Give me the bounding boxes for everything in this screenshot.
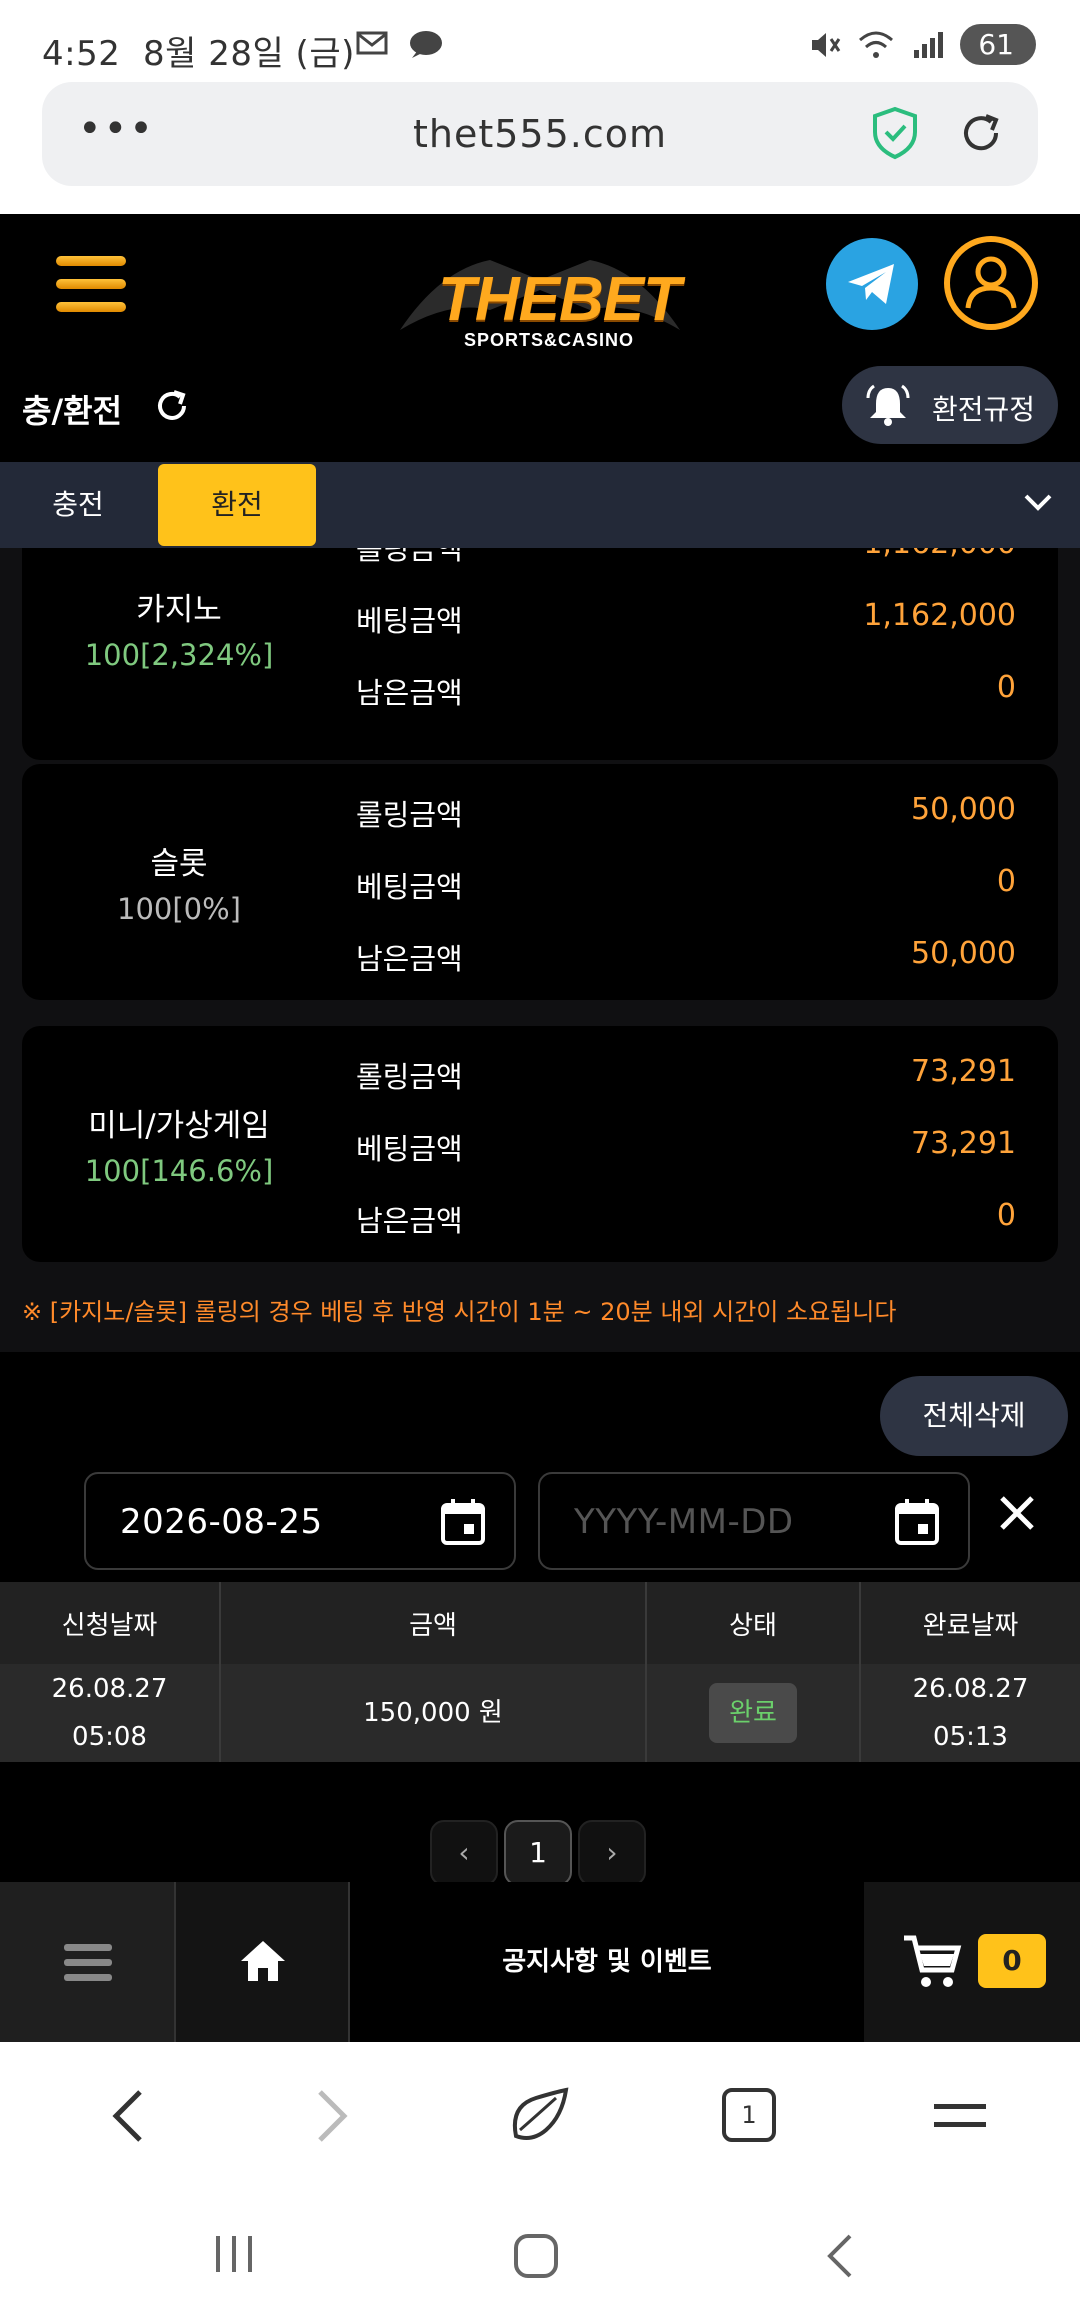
reload-icon[interactable] [956,106,1006,160]
system-nav [0,2192,1080,2316]
card-percent: 100[0%] [117,892,241,926]
tab-deposit[interactable]: 충전 [0,462,156,548]
battery-indicator: 61 [960,24,1036,65]
table-row: 26.08.27 05:08 150,000 원 완료 26.08.27 05:13 [0,1664,1080,1762]
card-row: 베팅금액 1,162,000 [356,598,1016,638]
prev-page-button[interactable]: ‹ [430,1820,498,1882]
browser-home-icon[interactable] [506,2086,570,2146]
withdraw-history: 전체삭제 2026-08-25 YYYY-MM-DD 신청날짜 금액 상태 완료… [0,1352,1080,1882]
browser-menu-icon[interactable] [932,2086,988,2146]
address-bar[interactable]: ••• thet555.com [42,82,1038,186]
card-percent: 100[146.6%] [84,1154,274,1188]
card-name: 미니/가상게임 [88,1108,270,1144]
request-datetime: 26.08.27 05:08 [0,1664,221,1762]
status-badge: 완료 [709,1683,797,1743]
delete-all-button[interactable]: 전체삭제 [880,1376,1068,1456]
close-icon[interactable] [996,1492,1038,1534]
wifi-icon [859,31,894,58]
bottom-nav: 공지사항 및 이벤트 0 [0,1882,1080,2042]
chevron-down-icon[interactable] [1022,492,1054,514]
forward-icon[interactable] [312,2086,352,2146]
calendar-icon[interactable] [894,1498,940,1546]
user-profile-icon[interactable] [944,236,1038,330]
rolling-card-casino: 카지노 100[2,324%] 롤링금액1,162,000 베팅금액1,162,… [22,548,1058,760]
card-percent: 100[2,324%] [84,638,274,672]
recent-apps-icon[interactable] [212,2232,256,2276]
col-status: 상태 [646,1582,861,1664]
card-row: 롤링금액 50,000 [356,792,1016,832]
notice-event-link[interactable]: 공지사항 및 이벤트 [350,1882,864,2042]
signal-icon [914,31,944,58]
rolling-notice: ※ [카지노/슬롯] 롤링의 경우 베팅 후 반영 시간이 1분 ~ 20분 내… [22,1298,897,1326]
tab-switcher-icon[interactable]: 1 [722,2088,776,2142]
system-back-icon[interactable] [820,2232,860,2280]
system-home-icon[interactable] [512,2232,560,2280]
card-row: 롤링금액 73,291 [356,1054,1016,1094]
withdraw-rules-button[interactable]: 환전규정 [842,366,1058,444]
date-to-field[interactable]: YYYY-MM-DD [538,1472,970,1570]
chat-icon [410,31,442,58]
table-header: 신청날짜 금액 상태 완료날짜 [0,1582,1080,1664]
main-content: 카지노 100[2,324%] 롤링금액1,162,000 베팅금액1,162,… [0,548,1080,1882]
browser-toolbar: ••• thet555.com [0,80,1080,214]
calendar-icon[interactable] [440,1498,486,1546]
status-cell: 완료 [646,1664,861,1762]
tab-bar: 충전 환전 [0,462,1080,548]
page-number[interactable]: 1 [504,1820,572,1882]
card-row: 롤링금액1,162,000 [356,548,1016,566]
cart-count-badge: 0 [978,1934,1046,1988]
system-icons: 61 [808,24,1036,65]
notification-icons [356,28,444,62]
menu-icon[interactable] [56,256,126,312]
rolling-card-mini: 미니/가상게임 100[146.6%] 롤링금액 73,291 베팅금액 73,29… [22,1026,1058,1262]
bell-icon [866,384,910,426]
pagination: ‹ 1 › [430,1820,646,1882]
next-page-button[interactable]: › [578,1820,646,1882]
list-menu-icon [64,1944,112,1981]
tab-withdraw[interactable]: 환전 [158,464,316,546]
refresh-icon[interactable] [152,386,192,426]
card-row: 남은금액 0 [356,670,1016,710]
history-table: 신청날짜 금액 상태 완료날짜 26.08.27 05:08 150,000 원 … [0,1582,1080,1762]
home-icon [241,1941,285,1981]
bottom-menu-button[interactable] [0,1882,176,2042]
card-name: 슬롯 [150,846,208,882]
cart-icon [904,1935,962,1987]
col-done-date: 완료날짜 [860,1582,1080,1664]
home-button[interactable] [176,1882,350,2042]
card-row: 베팅금액 73,291 [356,1126,1016,1166]
card-row: 남은금액 50,000 [356,936,1016,976]
col-request-date: 신청날짜 [0,1582,221,1664]
telegram-icon[interactable] [826,238,918,330]
done-datetime: 26.08.27 05:13 [860,1664,1080,1762]
mute-icon [812,32,841,57]
page-header: 충/환전 환전규정 [0,366,1080,462]
date-from-field[interactable]: 2026-08-25 [84,1472,516,1570]
site-logo[interactable]: THEBET SPORTS&CASINO [400,250,681,350]
col-amount: 금액 [220,1582,647,1664]
site-header: THEBET SPORTS&CASINO [0,214,1080,366]
mail-icon [356,31,388,55]
browser-nav: 1 [0,2042,1080,2192]
card-row: 베팅금액 0 [356,864,1016,904]
shield-check-icon[interactable] [870,106,920,160]
bet-slip-button[interactable]: 0 [864,1882,1080,2042]
rolling-card-slot: 슬롯 100[0%] 롤링금액 50,000 베팅금액 0 남은금액 50,000 [22,764,1058,1000]
status-time: 4:52 8월 28일 (금) [42,34,355,74]
page-title: 충/환전 [22,392,123,430]
back-icon[interactable] [108,2086,148,2146]
status-bar: 4:52 8월 28일 (금) 61 [0,0,1080,80]
amount-cell: 150,000 원 [220,1664,647,1762]
card-row: 남은금액 0 [356,1198,1016,1238]
card-name: 카지노 [136,592,222,628]
